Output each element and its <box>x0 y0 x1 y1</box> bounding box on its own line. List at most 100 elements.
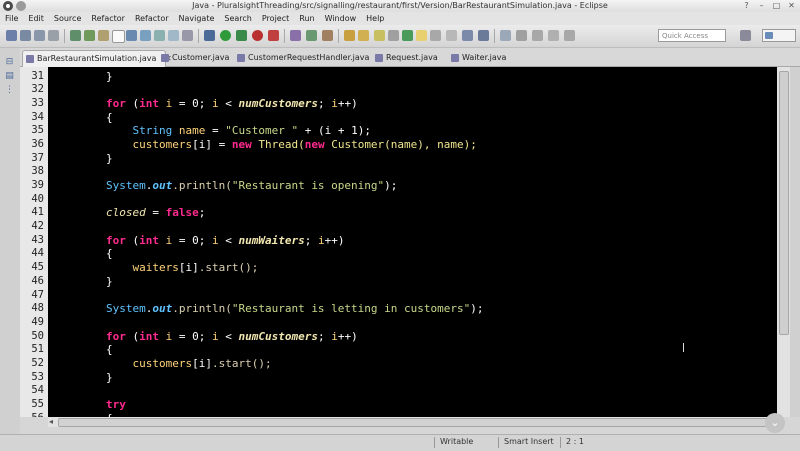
edit-icon[interactable] <box>388 30 399 41</box>
run-menu-icon[interactable] <box>236 30 247 41</box>
folder-icon[interactable] <box>358 30 369 41</box>
code-line-54: 54 <box>31 384 44 397</box>
print-icon[interactable] <box>48 30 59 41</box>
maximize-icon[interactable]: □ <box>772 1 781 10</box>
status-writable: Writable <box>440 437 474 446</box>
scroll-left-icon[interactable]: ◂ <box>49 417 53 427</box>
open-perspective-button[interactable] <box>740 30 751 41</box>
highlight-icon[interactable] <box>374 30 385 41</box>
vertical-scrollbar[interactable] <box>777 67 790 417</box>
back-menu-icon[interactable] <box>532 30 543 41</box>
tab-customer[interactable]: Customer.java <box>158 50 229 66</box>
annotation-icon[interactable] <box>402 30 413 41</box>
status-insert-mode: Smart Insert <box>504 437 554 446</box>
tab-label: CustomerRequestHandler.java <box>248 53 370 62</box>
code-line-41: 41 closed = false; <box>31 206 206 220</box>
code-line-44: 44 { <box>31 247 113 261</box>
toggle-word-wrap-icon[interactable] <box>416 30 427 41</box>
next-annotation-icon[interactable] <box>462 30 473 41</box>
menu-navigate[interactable]: Navigate <box>174 12 220 25</box>
tab-label: BarRestaurantSimulation.java <box>37 54 157 63</box>
code-editor[interactable]: 31 } 32 33 for (int i = 0; i < numCustom… <box>20 67 777 417</box>
new-class-icon[interactable] <box>112 30 125 43</box>
menu-help[interactable]: Help <box>361 12 389 25</box>
code-line-55: 55 try <box>31 398 126 411</box>
horizontal-scrollbar[interactable]: ◂ ▸ <box>48 417 777 427</box>
tab-waiter[interactable]: Waiter.java <box>448 50 506 66</box>
vertical-scroll-thumb[interactable] <box>779 71 789 335</box>
menu-edit[interactable]: Edit <box>23 12 49 25</box>
terminal-icon[interactable] <box>154 30 165 41</box>
code-line-33: 33 for (int i = 0; i < numCustomers; i++… <box>31 96 358 110</box>
hierarchy-icon[interactable]: ⋮ <box>5 86 14 95</box>
new-icon[interactable] <box>6 30 17 41</box>
show-whitespace-icon[interactable] <box>430 30 441 41</box>
code-line-52: 52 customers[i].start(); <box>31 356 272 370</box>
open-type-icon[interactable] <box>70 30 81 41</box>
forward-icon[interactable] <box>548 30 559 41</box>
code-line-47: 47 <box>31 288 44 301</box>
main-toolbar: Quick Access <box>0 25 800 48</box>
run-icon[interactable] <box>220 30 231 41</box>
skip-breakpoints-icon[interactable] <box>182 30 193 41</box>
menu-refactor-2[interactable]: Refactor <box>130 12 174 25</box>
search-icon[interactable] <box>140 30 151 41</box>
restore-icon[interactable]: ⊟ <box>5 58 14 67</box>
save-all-icon[interactable] <box>34 30 45 41</box>
overview-ruler <box>790 67 800 417</box>
horizontal-scroll-thumb[interactable] <box>58 418 770 427</box>
close-icon[interactable]: ✕ <box>787 1 796 10</box>
status-cursor-position: 2 : 1 <box>566 437 584 446</box>
tab-label: Request.java <box>386 53 438 62</box>
editor-tab-bar: BarRestaurantSimulation.java ✕ Customer.… <box>20 48 800 67</box>
previous-annotation-icon[interactable] <box>478 30 489 41</box>
open-folder-icon[interactable] <box>344 30 355 41</box>
java-file-icon <box>237 54 245 62</box>
forward-menu-icon[interactable] <box>564 30 575 41</box>
code-line-51: 51 { <box>31 343 113 357</box>
new-package-icon[interactable] <box>98 30 109 41</box>
menu-run[interactable]: Run <box>294 12 319 25</box>
code-line-53: 53 } <box>31 370 113 384</box>
code-line-45: 45 waiters[i].start(); <box>31 261 259 275</box>
menu-project[interactable]: Project <box>257 12 294 25</box>
new-server-icon[interactable] <box>290 30 301 41</box>
open-perspective-icon[interactable] <box>306 30 317 41</box>
minimize-icon[interactable]: – <box>757 1 766 10</box>
package-explorer-icon[interactable]: ▤ <box>5 72 14 81</box>
scroll-down-icon[interactable]: ⌄ <box>765 413 785 433</box>
menu-file[interactable]: File <box>0 12 23 25</box>
menu-window[interactable]: Window <box>320 12 362 25</box>
quick-access-input[interactable]: Quick Access <box>658 29 726 42</box>
tab-label: Customer.java <box>172 53 230 62</box>
code-line-43: 43 for (int i = 0; i < numWaiters; i++) <box>31 233 345 247</box>
code-line-49: 49 <box>31 315 44 328</box>
java-file-icon <box>161 54 169 62</box>
code-line-48: 48 System.out.println("Restaurant is let… <box>31 302 484 316</box>
help-icon[interactable]: ? <box>742 1 751 10</box>
open-task-icon[interactable] <box>126 30 137 41</box>
tab-bar-restaurant-simulation[interactable]: BarRestaurantSimulation.java ✕ <box>22 50 172 67</box>
coverage-icon[interactable] <box>268 30 279 41</box>
menu-refactor[interactable]: Refactor <box>86 12 130 25</box>
menu-search[interactable]: Search <box>219 12 256 25</box>
back-icon[interactable] <box>516 30 527 41</box>
last-edit-icon[interactable] <box>500 30 511 41</box>
tab-request[interactable]: Request.java <box>372 50 438 66</box>
window-controls: ? – □ ✕ <box>742 1 796 10</box>
java-perspective-button[interactable] <box>762 29 796 42</box>
toggle-mark-icon[interactable] <box>322 30 333 41</box>
java-file-icon <box>26 55 34 63</box>
menu-bar: File Edit Source Refactor Refactor Navig… <box>0 12 800 25</box>
block-selection-icon[interactable] <box>446 30 457 41</box>
tab-customer-request-handler[interactable]: CustomerRequestHandler.java <box>234 50 369 66</box>
save-icon[interactable] <box>20 30 31 41</box>
external-tools-icon[interactable] <box>252 30 263 41</box>
new-java-project-icon[interactable] <box>84 30 95 41</box>
code-line-31: 31 } <box>31 69 113 83</box>
status-bar: Writable Smart Insert 2 : 1 <box>0 434 800 451</box>
window-title: Java - PluralsightThreading/src/signalli… <box>192 1 608 10</box>
debug-icon[interactable] <box>204 30 215 41</box>
menu-source[interactable]: Source <box>49 12 86 25</box>
console-icon[interactable] <box>168 30 179 41</box>
